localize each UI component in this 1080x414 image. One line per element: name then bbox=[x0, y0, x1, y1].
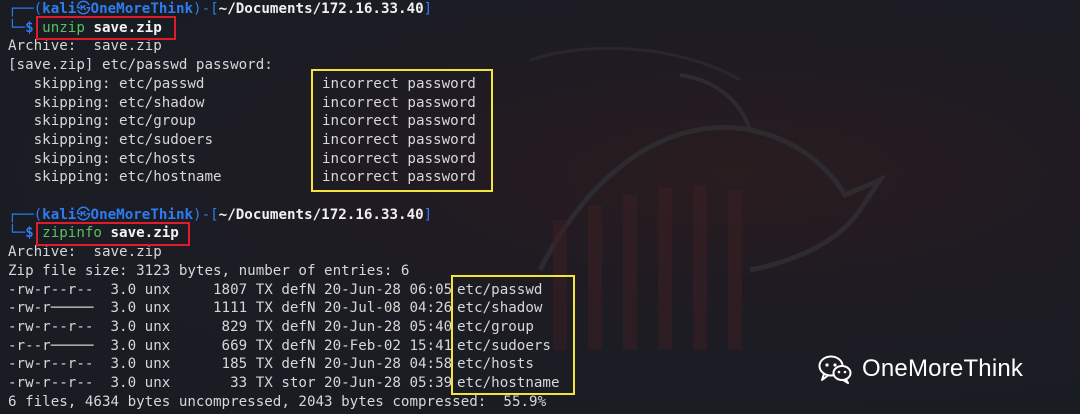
skip-line: skipping: etc/group bbox=[8, 113, 196, 130]
skip-line: skipping: etc/hostname bbox=[8, 169, 222, 186]
skip-line: skipping: etc/hosts bbox=[8, 150, 196, 167]
prompt-frame: )-[ bbox=[193, 1, 219, 17]
prompt-user: kali bbox=[42, 206, 77, 223]
zip-entry-meta: -rw-r--r-- 3.0 unx 829 TX defN 20-Jun-28… bbox=[8, 318, 453, 335]
terminal-screen: ┌──(kali㉿OneMoreThink)-[~/Documents/172.… bbox=[8, 0, 1068, 414]
prompt-user: kali bbox=[42, 1, 77, 17]
skip-line: skipping: etc/sudoers bbox=[8, 131, 213, 148]
prompt-frame: )-[ bbox=[193, 206, 219, 223]
zip-entry-meta: -r--r───── 3.0 unx 669 TX defN 20-Feb-02… bbox=[8, 337, 453, 354]
prompt-dollar: └─$ bbox=[8, 19, 34, 36]
prompt-frame: ] bbox=[423, 206, 433, 223]
prompt-frame: ┌──( bbox=[8, 206, 43, 223]
terminal-window[interactable]: ┌──(kali㉿OneMoreThink)-[~/Documents/172.… bbox=[0, 0, 1080, 414]
output-line: [save.zip] etc/passwd password: bbox=[8, 57, 273, 74]
prompt-dollar: └─$ bbox=[8, 225, 34, 242]
skip-line: skipping: etc/passwd bbox=[8, 75, 205, 92]
prompt-directory: ~/Documents/172.16.33.40 bbox=[218, 206, 424, 223]
skip-line: skipping: etc/shadow bbox=[8, 94, 205, 111]
zipinfo-footer: 6 files, 4634 bytes uncompressed, 2043 b… bbox=[8, 393, 547, 410]
zip-entry-meta: -rw-r--r-- 3.0 unx 185 TX defN 20-Jun-28… bbox=[8, 356, 453, 373]
filenames-highlight bbox=[451, 275, 575, 395]
zip-entry-meta: -rw-r--r-- 3.0 unx 1807 TX defN 20-Jun-2… bbox=[8, 281, 453, 298]
wechat-icon bbox=[818, 355, 852, 384]
zip-entry-meta: -rw-r───── 3.0 unx 1111 TX defN 20-Jul-0… bbox=[8, 300, 453, 317]
output-line: Archive: save.zip bbox=[8, 38, 162, 55]
zipinfo-command-highlight bbox=[36, 222, 190, 246]
prompt-host: OneMoreThink bbox=[90, 1, 194, 17]
kali-at-icon: ㉿ bbox=[76, 206, 91, 223]
watermark-text: OneMoreThink bbox=[862, 355, 1024, 382]
output-line: Zip file size: 3123 bytes, number of ent… bbox=[8, 262, 410, 279]
prompt-directory: ~/Documents/172.16.33.40 bbox=[218, 1, 424, 17]
incorrect-password-highlight bbox=[311, 69, 493, 192]
unzip-command-highlight bbox=[36, 16, 176, 40]
prompt-frame: ] bbox=[423, 1, 433, 17]
wechat-watermark: OneMoreThink bbox=[818, 353, 1023, 385]
prompt-host: OneMoreThink bbox=[90, 206, 194, 223]
prompt-frame: ┌──( bbox=[8, 1, 43, 17]
zip-entry-meta: -rw-r--r-- 3.0 unx 33 TX stor 20-Jun-28 … bbox=[8, 375, 453, 391]
kali-at-icon: ㉿ bbox=[76, 1, 91, 17]
